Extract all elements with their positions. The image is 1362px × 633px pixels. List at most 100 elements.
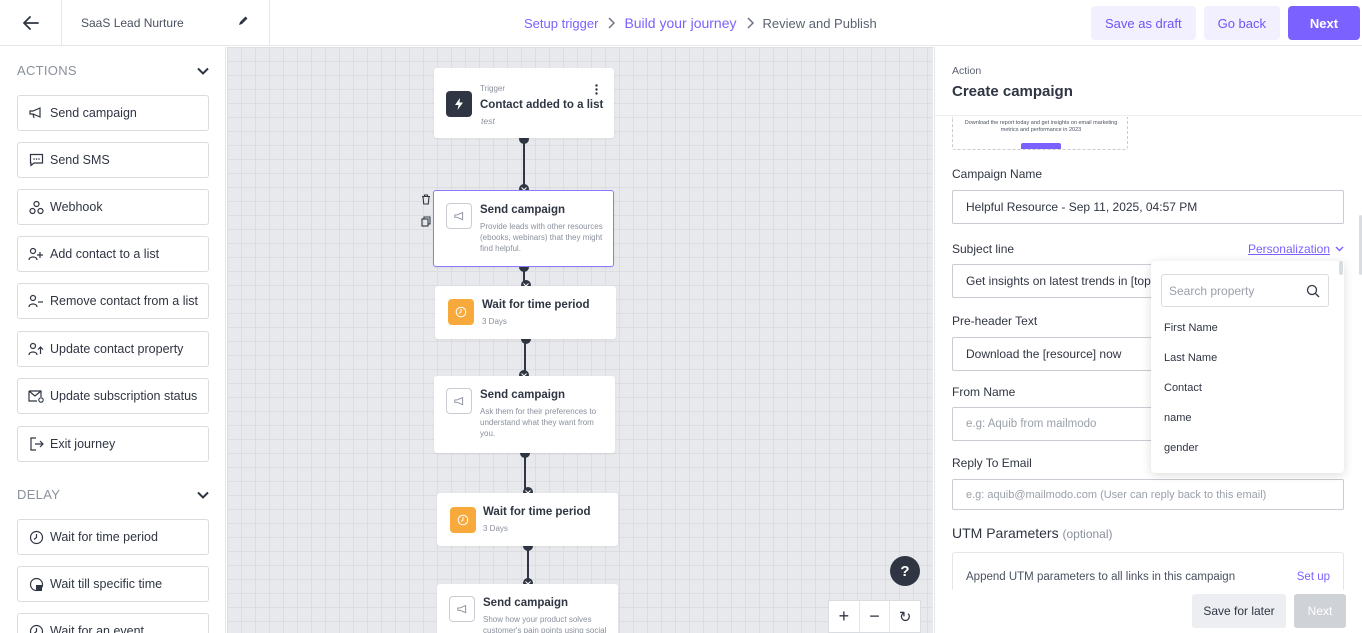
chevron-down-icon[interactable] <box>197 67 209 75</box>
subject-label: Subject line <box>952 242 1015 256</box>
sidebar-item-label: Wait till specific time <box>50 577 163 591</box>
sidebar-item-send-sms[interactable]: Send SMS <box>17 142 209 178</box>
connector-line <box>524 343 526 373</box>
chevron-right-icon <box>746 17 754 29</box>
node-description: Ask them for their preferences to unders… <box>480 407 597 438</box>
connector-line <box>524 457 526 489</box>
personalization-label: Personalization <box>1247 242 1330 256</box>
step-build-journey[interactable]: Build your journey <box>624 15 736 31</box>
top-bar: SaaS Lead Nurture Setup trigger Build yo… <box>0 0 1362 46</box>
update-user-icon <box>28 341 44 357</box>
sidebar-item-update-property[interactable]: Update contact property <box>17 331 209 367</box>
actions-sidebar: ACTIONS Send campaign Send SMS Webhook A… <box>0 47 226 633</box>
property-option[interactable]: Last Name <box>1164 352 1217 364</box>
property-option[interactable]: gender <box>1164 442 1198 454</box>
zoom-in-button[interactable]: + <box>829 601 860 632</box>
save-draft-button[interactable]: Save as draft <box>1090 6 1196 40</box>
pencil-icon[interactable] <box>237 15 249 27</box>
journey-name: SaaS Lead Nurture <box>62 0 270 46</box>
trigger-title: Contact added to a list <box>480 99 604 111</box>
personalization-button[interactable]: Personalization <box>1248 242 1344 256</box>
panel-next-button[interactable]: Next <box>1294 594 1346 628</box>
save-for-later-button[interactable]: Save for later <box>1192 594 1286 628</box>
sidebar-item-wait-time-period[interactable]: Wait for time period <box>17 519 209 555</box>
bolt-icon <box>446 91 472 117</box>
divider <box>935 115 1362 116</box>
journey-name-text: SaaS Lead Nurture <box>81 16 184 30</box>
sidebar-item-label: Wait for time period <box>50 530 158 544</box>
sidebar-item-label: Webhook <box>50 200 103 214</box>
utm-description: Append UTM parameters to all links in th… <box>966 571 1236 583</box>
trigger-node[interactable]: Trigger Contact added to a list test <box>434 68 614 138</box>
sidebar-item-send-campaign[interactable]: Send campaign <box>17 95 209 131</box>
go-back-button[interactable]: Go back <box>1203 6 1280 40</box>
property-option[interactable]: First Name <box>1164 322 1218 334</box>
reply-email-input[interactable]: e.g: aquib@mailmodo.com (User can reply … <box>952 479 1344 510</box>
preview-text: Download the report today and get insigh… <box>964 120 1118 133</box>
megaphone-icon <box>28 105 44 121</box>
property-option[interactable]: Contact <box>1164 382 1202 394</box>
stepper: Setup trigger Build your journey Review … <box>524 0 877 46</box>
sidebar-item-label: Exit journey <box>50 437 116 451</box>
zoom-out-button[interactable]: − <box>860 601 891 632</box>
next-button[interactable]: Next <box>1288 6 1360 40</box>
dropdown-scrollbar[interactable] <box>1339 261 1343 275</box>
event-clock-icon <box>28 623 44 633</box>
campaign-name-input[interactable]: Helpful Resource - Sep 11, 2025, 04:57 P… <box>952 190 1344 224</box>
clock-icon <box>448 299 474 325</box>
panel-title: Create campaign <box>952 83 1073 100</box>
journey-canvas[interactable]: Trigger Contact added to a list test Sen… <box>227 47 933 633</box>
sidebar-item-add-contact[interactable]: Add contact to a list <box>17 236 209 272</box>
copy-icon[interactable] <box>421 216 431 227</box>
wait-node[interactable]: Wait for time period 3 Days <box>435 286 616 339</box>
sidebar-item-remove-contact[interactable]: Remove contact from a list <box>17 283 209 319</box>
delay-section-header[interactable]: DELAY <box>17 487 209 502</box>
property-search-input[interactable]: Search property <box>1161 274 1329 307</box>
connector-line <box>527 550 529 580</box>
sidebar-item-wait-event[interactable]: Wait for an event <box>17 613 209 633</box>
send-campaign-node[interactable]: Send campaign Ask them for their prefere… <box>434 376 615 453</box>
reply-email-label: Reply To Email <box>952 456 1032 470</box>
connector-line <box>523 139 525 187</box>
trash-icon[interactable] <box>421 194 431 205</box>
back-button[interactable] <box>0 0 62 46</box>
sidebar-item-update-subscription[interactable]: Update subscription status <box>17 378 209 414</box>
template-preview[interactable]: Download the report today and get insigh… <box>952 117 1128 150</box>
preheader-label: Pre-header Text <box>952 314 1038 328</box>
send-campaign-node[interactable]: Send campaign Provide leads with other r… <box>433 190 614 267</box>
chevron-down-icon[interactable] <box>197 491 209 499</box>
megaphone-icon <box>446 388 472 414</box>
step-review-publish[interactable]: Review and Publish <box>763 16 877 31</box>
exit-icon <box>28 436 44 452</box>
send-campaign-node[interactable]: Send campaign Show how your product solv… <box>437 584 618 633</box>
personalization-dropdown: Search property First Name Last Name Con… <box>1151 261 1344 473</box>
actions-section-header[interactable]: ACTIONS <box>17 63 209 78</box>
node-description: Provide leads with other resources (eboo… <box>480 222 603 253</box>
step-setup-trigger[interactable]: Setup trigger <box>524 16 598 31</box>
node-title: Send campaign <box>480 389 565 401</box>
reset-view-button[interactable]: ↻ <box>890 601 920 632</box>
chevron-right-icon <box>607 17 616 29</box>
sidebar-item-label: Send campaign <box>50 106 137 120</box>
top-actions: Save as draft Go back Next <box>1090 6 1360 40</box>
sidebar-item-label: Update contact property <box>50 342 184 356</box>
property-option[interactable]: name <box>1164 412 1192 424</box>
utm-setup-link[interactable]: Set up <box>1297 571 1330 583</box>
sms-icon <box>28 152 44 168</box>
sidebar-item-exit-journey[interactable]: Exit journey <box>17 426 209 462</box>
clock-icon <box>450 507 476 533</box>
delay-heading: DELAY <box>17 487 61 502</box>
sidebar-item-webhook[interactable]: Webhook <box>17 189 209 225</box>
node-title: Send campaign <box>480 204 565 216</box>
sidebar-item-label: Send SMS <box>50 153 110 167</box>
mail-status-icon <box>28 388 44 404</box>
trigger-label: Trigger <box>480 84 506 93</box>
chevron-down-icon <box>1335 246 1344 252</box>
panel-kicker: Action <box>952 65 982 77</box>
more-vertical-icon[interactable] <box>595 84 598 95</box>
help-button[interactable]: ? <box>890 556 920 586</box>
utm-title: UTM Parameters <box>952 525 1059 541</box>
wait-node[interactable]: Wait for time period 3 Days <box>437 493 618 546</box>
sidebar-item-wait-specific-time[interactable]: Wait till specific time <box>17 566 209 602</box>
from-name-label: From Name <box>952 385 1016 399</box>
